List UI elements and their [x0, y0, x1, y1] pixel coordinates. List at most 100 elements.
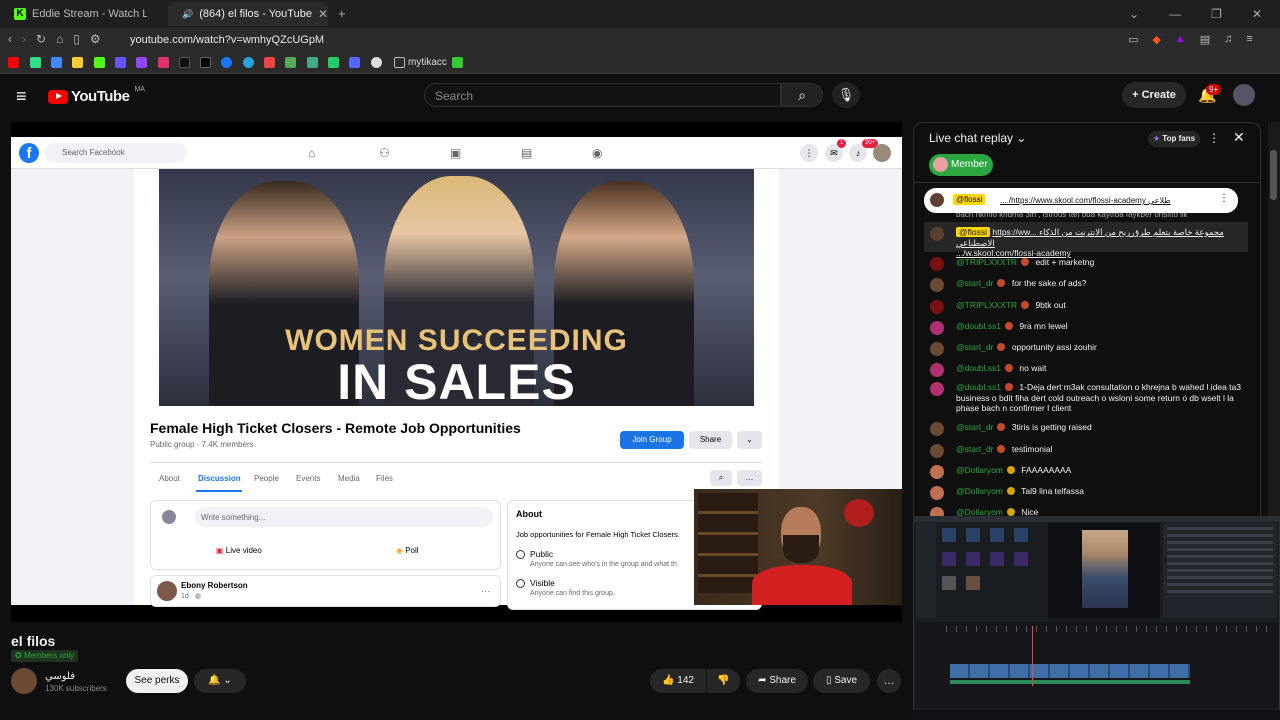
see-perks-button[interactable]: See perks [126, 669, 188, 693]
chevron-down-icon: ⌄ [1016, 131, 1027, 145]
back-icon[interactable]: ‹ [8, 32, 12, 46]
chat-more-icon[interactable]: ⋮ [1208, 131, 1220, 145]
close-tab-icon[interactable]: ✕ [318, 7, 328, 21]
chat-message[interactable]: @doubl.ss1 1-Deja dert m3ak consultation… [930, 382, 1248, 414]
url-field[interactable]: youtube.com/watch?v=wmhyQZcUGpM [130, 34, 324, 46]
tab-list-icon[interactable]: ⌄ [1129, 7, 1139, 21]
folder-icon[interactable] [394, 57, 405, 68]
bookmark-facebook-icon[interactable] [221, 57, 232, 68]
youtube-logo[interactable]: YouTube MA [48, 86, 145, 105]
group-post [150, 575, 501, 607]
media-icon[interactable]: ♫ [1224, 33, 1232, 46]
editor-thumb [966, 552, 980, 566]
save-icon: ▯ [825, 675, 832, 686]
channel-avatar[interactable] [11, 668, 37, 694]
search-input[interactable]: Search [424, 83, 781, 107]
bookmark-globe-icon[interactable] [371, 57, 382, 68]
chat-message[interactable]: @start_dr for the sake of ads? [930, 278, 1248, 292]
pinned-link[interactable]: ..../https://www.skool.com/flossi-academ… [1000, 196, 1171, 205]
hamburger-menu-icon[interactable]: ≡ [16, 87, 27, 105]
bookmark-instagram-icon[interactable] [158, 57, 169, 68]
chat-message[interactable]: @doubl.ss1 9ra mn lewel [930, 321, 1248, 335]
notification-settings-button[interactable]: 🔔 ⌄ [194, 669, 246, 693]
chat-text: FAAAAAAAA [1021, 465, 1072, 475]
sidebar-icon[interactable]: ▤ [1200, 33, 1210, 46]
about-visible-title: Visible [530, 578, 555, 588]
home-icon[interactable]: ⌂ [56, 32, 63, 46]
chat-avatar [930, 363, 944, 377]
member-filter-chip[interactable]: Member [929, 154, 993, 176]
bookmark-youtube-icon[interactable] [8, 57, 19, 68]
bookmark-icon[interactable] [452, 57, 463, 68]
menu-icon[interactable]: ≡ [1246, 33, 1252, 46]
notifications-badge: 9+ [1206, 84, 1222, 95]
bookmark-icon[interactable] [51, 57, 62, 68]
dislike-button[interactable]: 👎 [707, 669, 740, 693]
bookmark-icon[interactable] [307, 57, 318, 68]
minimize-icon[interactable]: — [1169, 7, 1181, 21]
chat-message[interactable]: @Dollaryom Tal9 lina telfassa [930, 486, 1248, 500]
youtube-logo-text: YouTube [71, 88, 130, 105]
chat-avatar [930, 321, 944, 335]
bookmark-twitch-icon[interactable] [136, 57, 147, 68]
site-info-icon[interactable]: ⚙ [90, 32, 101, 46]
close-window-icon[interactable]: ✕ [1252, 7, 1262, 21]
bookmark-icon[interactable] [115, 57, 126, 68]
chevron-down-icon: ⌄ [223, 675, 232, 686]
restore-icon[interactable]: ❐ [1211, 7, 1222, 21]
post-author-avatar [157, 581, 177, 601]
bookmark-tiktok-icon[interactable] [179, 57, 190, 68]
bookmark-icon[interactable] [72, 57, 83, 68]
channel-name[interactable]: فلوسي [45, 671, 75, 682]
scrollbar-thumb[interactable] [1270, 150, 1277, 200]
bookmark-telegram-icon[interactable] [243, 57, 254, 68]
chat-message[interactable]: @start_dr opportunity assi zouhir [930, 342, 1248, 356]
fb-tab-events: Events [296, 474, 321, 483]
more-actions-icon[interactable]: … [877, 669, 901, 693]
forward-icon[interactable]: › [22, 32, 26, 46]
chat-message[interactable]: @TRIPLXXXTR edit + marketng [930, 257, 1248, 271]
tab-kick[interactable]: K Eddie Stream - Watch Live on Kick [6, 2, 158, 26]
bookmark-icon[interactable] [285, 57, 296, 68]
account-avatar[interactable] [1233, 84, 1255, 106]
members-only-badge: ✪ Members only [11, 650, 79, 662]
bookmark-discord-icon[interactable] [349, 57, 360, 68]
rewards-icon[interactable]: ▲ [1175, 33, 1186, 46]
bookmark-kick-icon[interactable] [94, 57, 105, 68]
editor-timeline-ruler [946, 626, 1276, 632]
bookmark-icon[interactable]: ▯ [73, 32, 80, 46]
reload-icon[interactable]: ↻ [36, 32, 46, 46]
new-tab-icon[interactable]: + [338, 6, 346, 21]
chat-close-icon[interactable]: ✕ [1233, 129, 1245, 146]
bookmark-x-icon[interactable] [200, 57, 211, 68]
editor-inspector-row [1167, 590, 1273, 593]
member-badge-icon [1021, 258, 1030, 266]
chat-message[interactable]: @doubl.ss1 no wait [930, 363, 1248, 377]
chat-message[interactable]: @TRIPLXXXTR 9btk out [930, 300, 1248, 314]
pinned-more-icon[interactable]: ⋮ [1219, 193, 1229, 204]
save-button[interactable]: ▯ Save [813, 669, 870, 693]
bookmark-icon[interactable] [30, 57, 41, 68]
brave-shield-icon[interactable]: ◆ [1152, 33, 1160, 46]
chat-message[interactable]: @flossi https://ww... مجموعة خاصة بتعلم … [930, 227, 1248, 259]
bookmark-icon[interactable] [264, 57, 275, 68]
tab-youtube[interactable]: 🔊 (864) el filos - YouTube ✕ [168, 2, 328, 26]
search-icon: ⌕ [798, 87, 806, 103]
voice-search-button[interactable]: 🎙 [832, 82, 860, 108]
chat-message[interactable]: @start_dr testimonial [930, 444, 1248, 458]
create-button[interactable]: + Create [1122, 82, 1186, 108]
bell-icon: 🔔 [208, 675, 221, 686]
share-button[interactable]: ➦ Share [746, 669, 808, 693]
search-button[interactable]: ⌕ [781, 83, 823, 107]
chat-mode-dropdown[interactable]: Live chat replay ⌄ [929, 131, 1026, 145]
bookmark-icon[interactable] [328, 57, 339, 68]
chat-message[interactable]: @Dollaryom FAAAAAAAA [930, 465, 1248, 479]
cast-icon[interactable]: ▭ [1128, 33, 1138, 46]
divider [914, 182, 1260, 183]
top-fans-button[interactable]: ★ Top fans [1148, 131, 1200, 147]
chat-message[interactable]: @start_dr 3tiris is getting raised [930, 422, 1248, 436]
pinned-author: @flossi [953, 194, 986, 205]
bookmark-folder-label[interactable]: mytikacc [408, 57, 447, 68]
like-button[interactable]: 👍 142 [650, 669, 706, 693]
window-controls: ⌄ — ❐ ✕ [1129, 0, 1280, 28]
